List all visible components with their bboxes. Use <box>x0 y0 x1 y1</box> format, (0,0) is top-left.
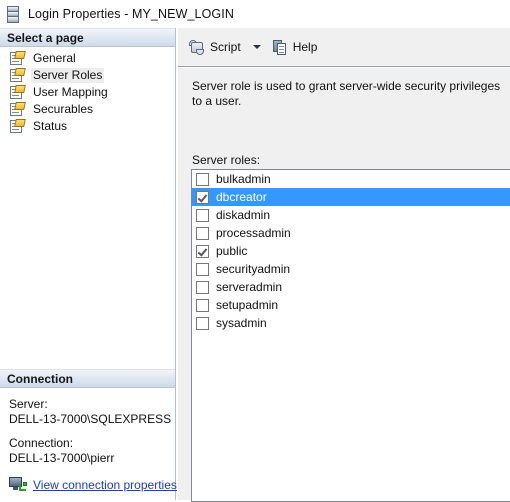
window-title: Login Properties - MY_NEW_LOGIN <box>28 7 234 21</box>
page-icon <box>10 51 26 66</box>
role-label: serveradmin <box>216 280 283 294</box>
role-checkbox[interactable] <box>196 244 209 258</box>
role-label: securityadmin <box>216 262 291 276</box>
connection-value: DELL-13-7000\pierr <box>9 451 115 465</box>
page-list: General Server Roles User Mapping Secura… <box>0 47 175 135</box>
role-checkbox[interactable] <box>196 316 209 330</box>
role-label: bulkadmin <box>216 172 271 186</box>
server-label: Server: <box>9 397 48 411</box>
table-row[interactable]: setupadmin <box>192 296 510 314</box>
role-checkbox[interactable] <box>196 226 209 240</box>
left-panel: Select a page General Server Roles User … <box>0 28 177 500</box>
help-button[interactable]: Help <box>269 36 321 58</box>
page-icon <box>10 119 26 134</box>
sidebar-item-server-roles[interactable]: Server Roles <box>0 67 175 84</box>
table-row[interactable]: processadmin <box>192 224 510 242</box>
sidebar-item-label: Securables <box>33 102 94 116</box>
role-label: diskadmin <box>216 208 271 222</box>
toolbar-divider-highlight <box>178 67 510 68</box>
page-icon <box>10 68 26 83</box>
table-row[interactable]: securityadmin <box>192 260 510 278</box>
select-a-page-header: Select a page <box>0 28 175 47</box>
help-button-label: Help <box>292 40 318 54</box>
table-row[interactable]: public <box>192 242 510 260</box>
role-label: dbcreator <box>216 190 267 204</box>
view-connection-properties-row[interactable]: View connection properties <box>9 477 177 492</box>
connection-header: Connection <box>0 369 175 388</box>
role-checkbox[interactable] <box>196 190 209 204</box>
role-checkbox[interactable] <box>196 298 209 312</box>
role-label: sysadmin <box>216 316 267 330</box>
script-scroll-icon <box>189 39 205 55</box>
sidebar-item-user-mapping[interactable]: User Mapping <box>0 84 175 101</box>
window-titlebar: Login Properties - MY_NEW_LOGIN <box>0 0 510 28</box>
script-button-label: Script <box>210 40 241 54</box>
help-pages-icon <box>272 39 288 55</box>
connection-section: Connection Server: DELL-13-7000\SQLEXPRE… <box>0 369 177 500</box>
server-value: DELL-13-7000\SQLEXPRESS <box>9 412 172 426</box>
role-checkbox[interactable] <box>196 280 209 294</box>
page-description: Server role is used to grant server-wide… <box>192 79 501 108</box>
table-row[interactable]: sysadmin <box>192 314 510 332</box>
server-roles-label: Server roles: <box>192 153 261 167</box>
role-label: processadmin <box>216 226 291 240</box>
script-button[interactable]: Script <box>186 36 244 58</box>
sidebar-item-status[interactable]: Status <box>0 118 175 135</box>
sidebar-item-general[interactable]: General <box>0 50 175 67</box>
table-row[interactable]: diskadmin <box>192 206 510 224</box>
right-panel: Script Help Server role is used to grant… <box>177 28 510 502</box>
role-checkbox[interactable] <box>196 262 209 276</box>
role-checkbox[interactable] <box>196 172 209 186</box>
connection-body: Server: DELL-13-7000\SQLEXPRESS Connecti… <box>0 388 177 500</box>
sidebar-item-securables[interactable]: Securables <box>0 101 175 118</box>
role-label: setupadmin <box>216 298 279 312</box>
network-connection-icon <box>9 477 27 492</box>
sidebar-item-label: Status <box>33 119 68 133</box>
sidebar-item-label: General <box>33 51 76 65</box>
connection-label: Connection: <box>9 436 74 450</box>
server-icon <box>7 5 19 23</box>
sidebar-item-label: Server Roles <box>31 68 105 83</box>
chevron-down-icon[interactable] <box>252 45 261 49</box>
server-roles-listbox[interactable]: bulkadmin dbcreator diskadmin processadm… <box>191 169 510 502</box>
table-row[interactable]: dbcreator <box>192 188 510 206</box>
toolbar: Script Help <box>178 28 510 66</box>
table-row[interactable]: serveradmin <box>192 278 510 296</box>
table-row[interactable]: bulkadmin <box>192 170 510 188</box>
role-checkbox[interactable] <box>196 208 209 222</box>
role-label: public <box>216 244 248 258</box>
sidebar-item-label: User Mapping <box>33 85 108 99</box>
page-icon <box>10 102 26 117</box>
view-connection-properties-link[interactable]: View connection properties <box>33 478 177 492</box>
page-icon <box>10 85 26 100</box>
